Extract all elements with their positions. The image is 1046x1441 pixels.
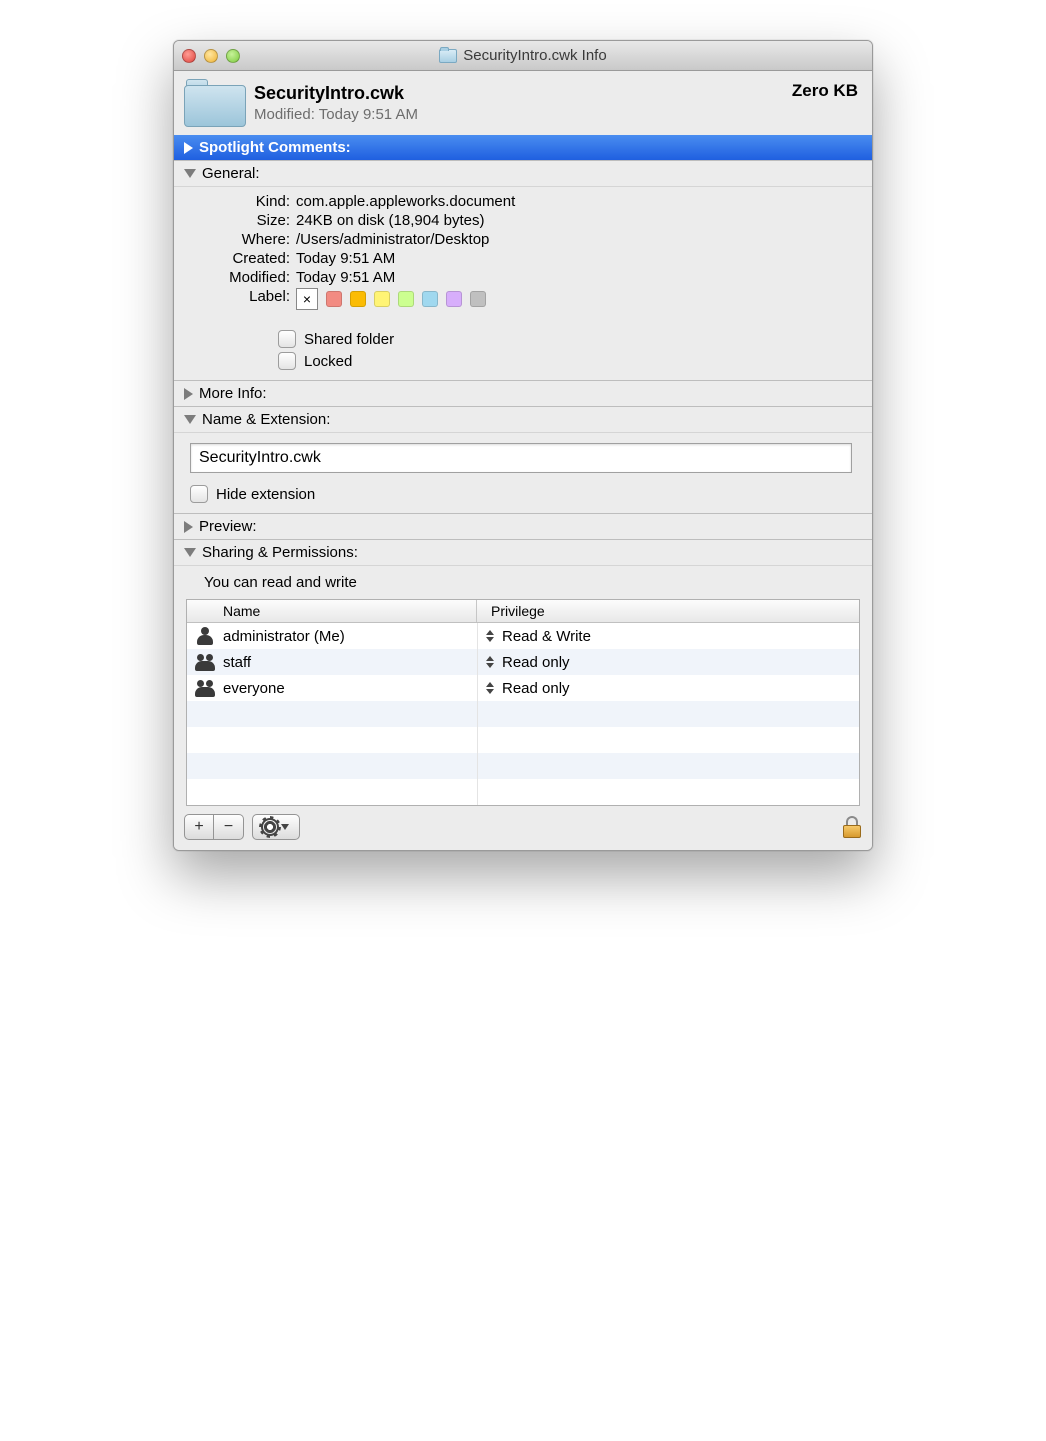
remove-button[interactable]: − bbox=[214, 814, 244, 840]
permission-name: everyone bbox=[223, 680, 285, 697]
section-preview[interactable]: Preview: bbox=[174, 513, 872, 539]
hide-extension-checkbox[interactable] bbox=[190, 485, 208, 503]
user-icon bbox=[195, 627, 215, 645]
disclosure-triangle-icon bbox=[184, 142, 193, 154]
sharing-body: You can read and write Name Privilege ad… bbox=[174, 565, 872, 850]
locked-checkbox[interactable] bbox=[278, 352, 296, 370]
file-name: SecurityIntro.cwk bbox=[254, 83, 792, 104]
section-more-info[interactable]: More Info: bbox=[174, 380, 872, 406]
modified-label: Modified: bbox=[190, 269, 290, 286]
table-row bbox=[187, 727, 859, 753]
label-label: Label: bbox=[190, 288, 290, 310]
size-value: 24KB on disk (18,904 bytes) bbox=[296, 212, 856, 229]
label-color-swatch[interactable] bbox=[350, 291, 366, 307]
disclosure-triangle-icon bbox=[184, 415, 196, 424]
name-ext-body: Hide extension bbox=[174, 432, 872, 513]
column-privilege[interactable]: Privilege bbox=[477, 600, 859, 622]
table-row bbox=[187, 779, 859, 805]
label-color-swatch[interactable] bbox=[446, 291, 462, 307]
section-label: Preview: bbox=[199, 518, 257, 535]
created-value: Today 9:51 AM bbox=[296, 250, 856, 267]
disclosure-triangle-icon bbox=[184, 521, 193, 533]
label-color-swatch[interactable] bbox=[422, 291, 438, 307]
table-row bbox=[187, 701, 859, 727]
action-menu-button[interactable] bbox=[252, 814, 300, 840]
where-label: Where: bbox=[190, 231, 290, 248]
locked-label: Locked bbox=[304, 353, 352, 370]
kind-label: Kind: bbox=[190, 193, 290, 210]
folder-icon bbox=[439, 49, 457, 63]
section-sharing-permissions[interactable]: Sharing & Permissions: bbox=[174, 539, 872, 565]
permissions-header: Name Privilege bbox=[187, 600, 859, 623]
modified-value: Today 9:51 AM bbox=[296, 269, 856, 286]
file-icon bbox=[184, 79, 246, 127]
label-color-swatch[interactable] bbox=[374, 291, 390, 307]
window-title-text: SecurityIntro.cwk Info bbox=[463, 47, 606, 64]
add-button[interactable]: + bbox=[184, 814, 214, 840]
close-button[interactable] bbox=[182, 49, 196, 63]
section-name-extension[interactable]: Name & Extension: bbox=[174, 406, 872, 432]
chevron-down-icon bbox=[281, 824, 289, 830]
gear-icon bbox=[263, 820, 277, 834]
where-value: /Users/administrator/Desktop bbox=[296, 231, 856, 248]
size-label: Size: bbox=[190, 212, 290, 229]
shared-folder-row: Shared folder bbox=[278, 330, 856, 348]
filename-input[interactable] bbox=[190, 443, 852, 473]
window-title: SecurityIntro.cwk Info bbox=[174, 47, 872, 64]
label-clear-button[interactable]: × bbox=[296, 288, 318, 310]
general-body: Kind: com.apple.appleworks.document Size:… bbox=[174, 186, 872, 380]
created-label: Created: bbox=[190, 250, 290, 267]
table-row bbox=[187, 753, 859, 779]
section-spotlight-comments[interactable]: Spotlight Comments: bbox=[174, 135, 872, 160]
group-icon bbox=[195, 679, 215, 697]
permission-privilege: Read only bbox=[502, 680, 570, 697]
shared-folder-checkbox[interactable] bbox=[278, 330, 296, 348]
section-label: Spotlight Comments: bbox=[199, 139, 351, 156]
permissions-toolbar: + − bbox=[184, 806, 862, 850]
info-window: SecurityIntro.cwk Info SecurityIntro.cwk… bbox=[173, 40, 873, 851]
locked-row: Locked bbox=[278, 352, 856, 370]
shared-folder-label: Shared folder bbox=[304, 331, 394, 348]
section-label: Sharing & Permissions: bbox=[202, 544, 358, 561]
kind-value: com.apple.appleworks.document bbox=[296, 193, 856, 210]
permission-name: staff bbox=[223, 654, 251, 671]
titlebar: SecurityIntro.cwk Info bbox=[174, 41, 872, 71]
section-label: More Info: bbox=[199, 385, 267, 402]
label-color-swatch[interactable] bbox=[326, 291, 342, 307]
table-row[interactable]: administrator (Me) Read & Write bbox=[187, 623, 859, 649]
disclosure-triangle-icon bbox=[184, 169, 196, 178]
section-label: General: bbox=[202, 165, 260, 182]
lock-button[interactable] bbox=[842, 816, 862, 838]
table-row[interactable]: everyone Read only bbox=[187, 675, 859, 701]
traffic-lights bbox=[182, 49, 240, 63]
privilege-stepper[interactable] bbox=[484, 656, 496, 668]
file-size: Zero KB bbox=[792, 79, 858, 101]
zoom-button[interactable] bbox=[226, 49, 240, 63]
label-color-swatch[interactable] bbox=[470, 291, 486, 307]
group-icon bbox=[195, 653, 215, 671]
sharing-description: You can read and write bbox=[184, 570, 862, 599]
privilege-stepper[interactable] bbox=[484, 682, 496, 694]
privilege-stepper[interactable] bbox=[484, 630, 496, 642]
label-color-swatch[interactable] bbox=[398, 291, 414, 307]
file-header: SecurityIntro.cwk Modified: Today 9:51 A… bbox=[174, 71, 872, 135]
permissions-table: Name Privilege administrator (Me) Read & … bbox=[186, 599, 860, 806]
minimize-button[interactable] bbox=[204, 49, 218, 63]
permission-privilege: Read & Write bbox=[502, 628, 591, 645]
section-label: Name & Extension: bbox=[202, 411, 330, 428]
file-modified: Modified: Today 9:51 AM bbox=[254, 106, 792, 123]
permission-name: administrator (Me) bbox=[223, 628, 345, 645]
disclosure-triangle-icon bbox=[184, 548, 196, 557]
permission-privilege: Read only bbox=[502, 654, 570, 671]
section-general[interactable]: General: bbox=[174, 160, 872, 186]
hide-extension-label: Hide extension bbox=[216, 486, 315, 503]
label-swatches: × bbox=[296, 288, 856, 310]
disclosure-triangle-icon bbox=[184, 388, 193, 400]
table-row[interactable]: staff Read only bbox=[187, 649, 859, 675]
column-name[interactable]: Name bbox=[187, 600, 477, 622]
